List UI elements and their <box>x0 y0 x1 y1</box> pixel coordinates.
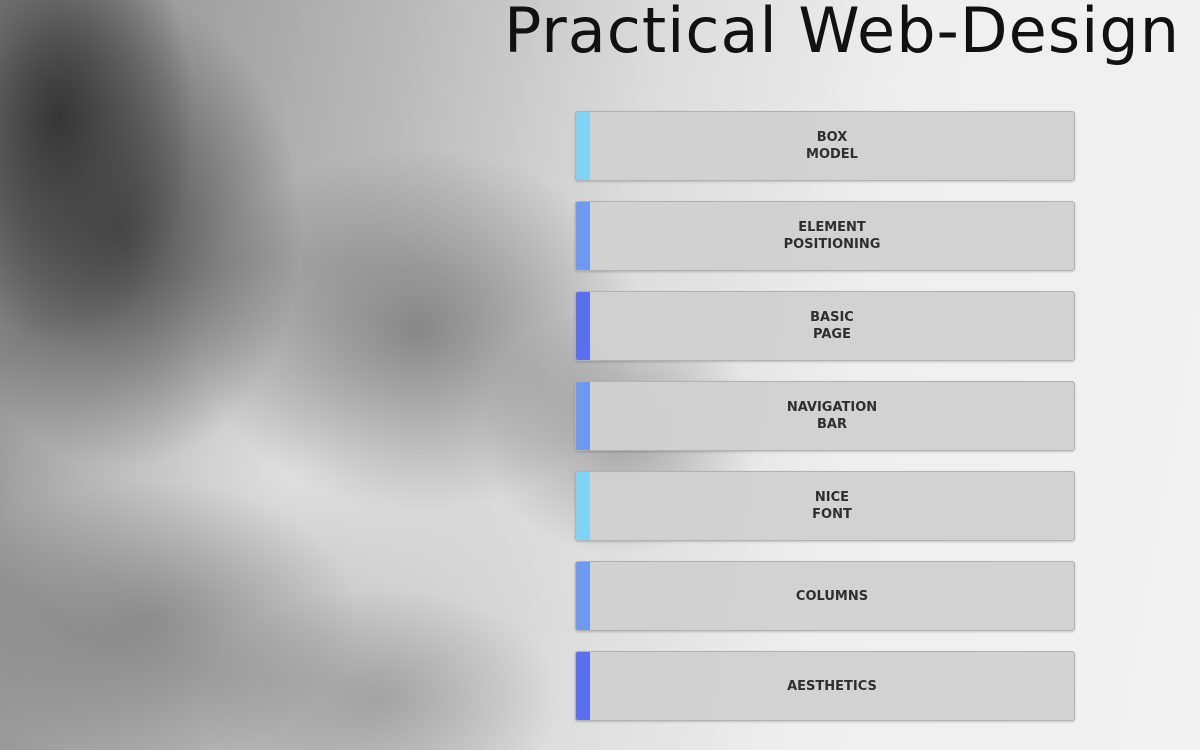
menu-item-label: ELEMENT POSITIONING <box>783 220 881 252</box>
menu-item-label: NICE FONT <box>812 490 852 522</box>
accent-bar <box>576 382 590 450</box>
menu-item-label: BASIC PAGE <box>810 310 854 342</box>
topic-menu: BOX MODEL ELEMENT POSITIONING BASIC PAGE… <box>575 111 1075 721</box>
accent-bar <box>576 202 590 270</box>
accent-bar <box>576 112 590 180</box>
menu-item-aesthetics[interactable]: AESTHETICS <box>575 651 1075 721</box>
menu-item-label: AESTHETICS <box>787 678 877 694</box>
menu-item-navigation-bar[interactable]: NAVIGATION BAR <box>575 381 1075 451</box>
menu-item-box-model[interactable]: BOX MODEL <box>575 111 1075 181</box>
menu-item-label: BOX MODEL <box>806 130 858 162</box>
accent-bar <box>576 472 590 540</box>
accent-bar <box>576 562 590 630</box>
accent-bar <box>576 292 590 360</box>
menu-item-columns[interactable]: COLUMNS <box>575 561 1075 631</box>
accent-bar <box>576 652 590 720</box>
page-title: Practical Web-Design <box>503 0 1180 67</box>
menu-item-nice-font[interactable]: NICE FONT <box>575 471 1075 541</box>
menu-item-label: NAVIGATION BAR <box>786 400 878 432</box>
menu-item-element-positioning[interactable]: ELEMENT POSITIONING <box>575 201 1075 271</box>
menu-item-label: COLUMNS <box>795 588 869 604</box>
menu-item-basic-page[interactable]: BASIC PAGE <box>575 291 1075 361</box>
